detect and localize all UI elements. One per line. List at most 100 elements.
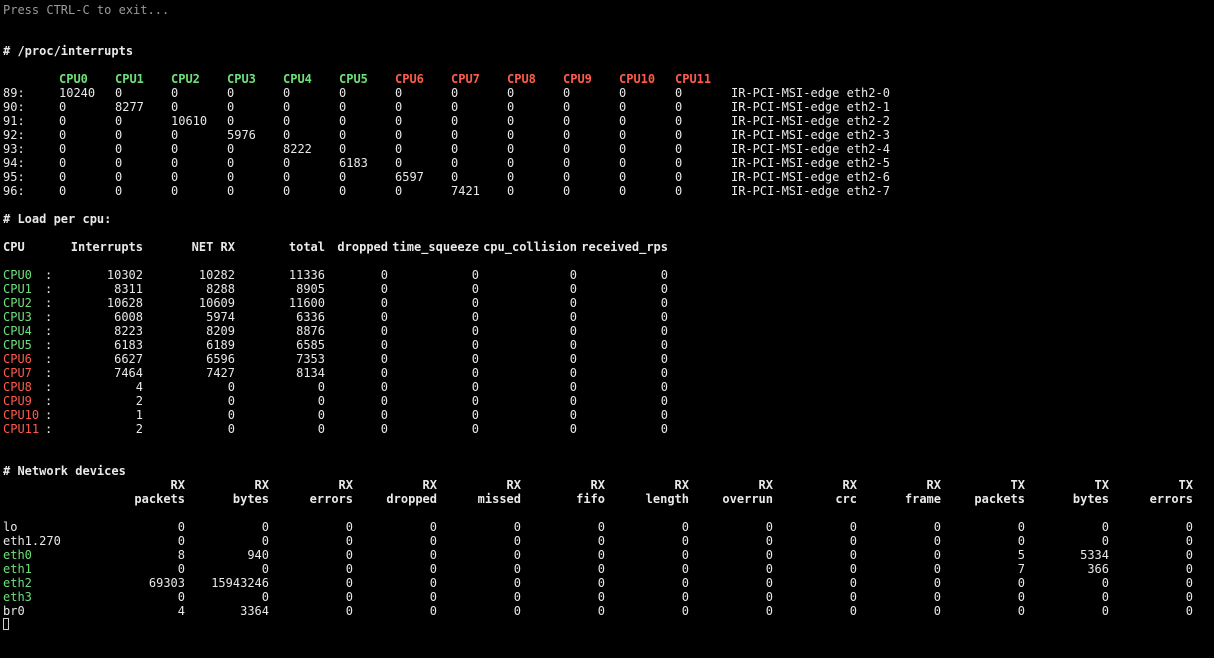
irq-count: 0 [675,170,683,184]
cpu-header: CPU5 [339,72,368,86]
irq-count: 0 [59,128,67,142]
load-value: 0 [660,324,668,338]
irq-count: 0 [451,170,459,184]
load-value: 0 [660,352,668,366]
load-value: 0 [660,366,668,380]
load-value: 0 [660,296,668,310]
irq-count: 0 [507,128,515,142]
irq-count: 0 [451,128,459,142]
irq-count: 0 [227,170,235,184]
netdev-value: 0 [1185,590,1193,604]
irq-count: 0 [227,86,235,100]
load-value: 0 [660,422,668,436]
cpu-header: CPU10 [619,72,656,86]
netdev-name: lo [3,520,18,534]
irq-count: 0 [59,100,67,114]
irq-count: 0 [59,142,67,156]
irq-count: 0 [563,156,571,170]
irq-count: 0 [115,114,123,128]
cursor-icon [3,618,9,630]
irq-count: 8277 [115,100,144,114]
netdev-value: 0 [1185,576,1193,590]
irq-count: 0 [339,170,347,184]
irq-count: 0 [171,156,179,170]
irq-count: 0 [563,86,571,100]
irq-count: 10610 [171,114,208,128]
irq-description: IR-PCI-MSI-edge eth2-3 [731,128,890,142]
netdev-value: 0 [1185,548,1193,562]
load-header: received_rps [581,240,668,254]
load-value: 0 [660,268,668,282]
irq-number: 93: [3,142,25,156]
irq-count: 0 [339,184,347,198]
netdev-value: 0 [1185,534,1193,548]
irq-count: 0 [115,156,123,170]
irq-count: 0 [339,142,347,156]
irq-count: 10240 [59,86,96,100]
irq-count: 0 [507,170,515,184]
netdev-value: 0 [1185,520,1193,534]
irq-count: 0 [59,184,67,198]
netdev-title: # Network devices [3,464,126,478]
irq-count: 0 [339,100,347,114]
irq-count: 8222 [283,142,312,156]
irq-number: 91: [3,114,25,128]
irq-count: 0 [283,184,291,198]
irq-count: 0 [227,100,235,114]
irq-count: 0 [115,142,123,156]
irq-count: 0 [171,170,179,184]
irq-count: 0 [619,128,627,142]
exit-hint: Press CTRL-C to exit... [3,3,170,17]
cpu-header: CPU11 [675,72,712,86]
irq-count: 0 [619,156,627,170]
irq-count: 0 [227,156,235,170]
netdev-value: 0 [1185,562,1193,576]
load-value: 0 [660,408,668,422]
irq-count: 0 [283,86,291,100]
irq-count: 0 [675,100,683,114]
irq-count: 6597 [395,170,424,184]
irq-count: 0 [563,100,571,114]
irq-count: 0 [507,156,515,170]
irq-count: 0 [283,128,291,142]
irq-count: 6183 [339,156,368,170]
irq-count: 0 [619,170,627,184]
irq-count: 0 [563,128,571,142]
cpu-header: CPU6 [395,72,424,86]
irq-number: 89: [3,86,25,100]
irq-count: 0 [451,114,459,128]
irq-count: 0 [115,170,123,184]
cpu-header: CPU9 [563,72,592,86]
irq-count: 0 [619,86,627,100]
irq-count: 0 [395,184,403,198]
irq-count: 0 [619,142,627,156]
irq-description: IR-PCI-MSI-edge eth2-7 [731,184,890,198]
load-value: 0 [660,380,668,394]
irq-count: 0 [675,184,683,198]
irq-description: IR-PCI-MSI-edge eth2-6 [731,170,890,184]
irq-count: 0 [339,128,347,142]
irq-count: 0 [451,86,459,100]
irq-description: IR-PCI-MSI-edge eth2-2 [731,114,890,128]
cpu-header: CPU3 [227,72,256,86]
irq-count: 0 [395,156,403,170]
load-value: 0 [660,338,668,352]
irq-count: 0 [283,156,291,170]
irq-count: 0 [563,114,571,128]
irq-number: 94: [3,156,25,170]
cpu-header: CPU7 [451,72,480,86]
irq-count: 0 [283,170,291,184]
irq-count: 0 [283,114,291,128]
irq-count: 0 [395,128,403,142]
irq-count: 0 [507,86,515,100]
irq-count: 0 [619,100,627,114]
irq-number: 90: [3,100,25,114]
irq-count: 0 [227,184,235,198]
netdev-value: 0 [1185,604,1193,618]
irq-count: 0 [675,156,683,170]
irq-count: 0 [171,86,179,100]
cpu-header: CPU0 [59,72,88,86]
irq-count: 0 [451,142,459,156]
irq-count: 0 [507,114,515,128]
irq-count: 0 [59,114,67,128]
